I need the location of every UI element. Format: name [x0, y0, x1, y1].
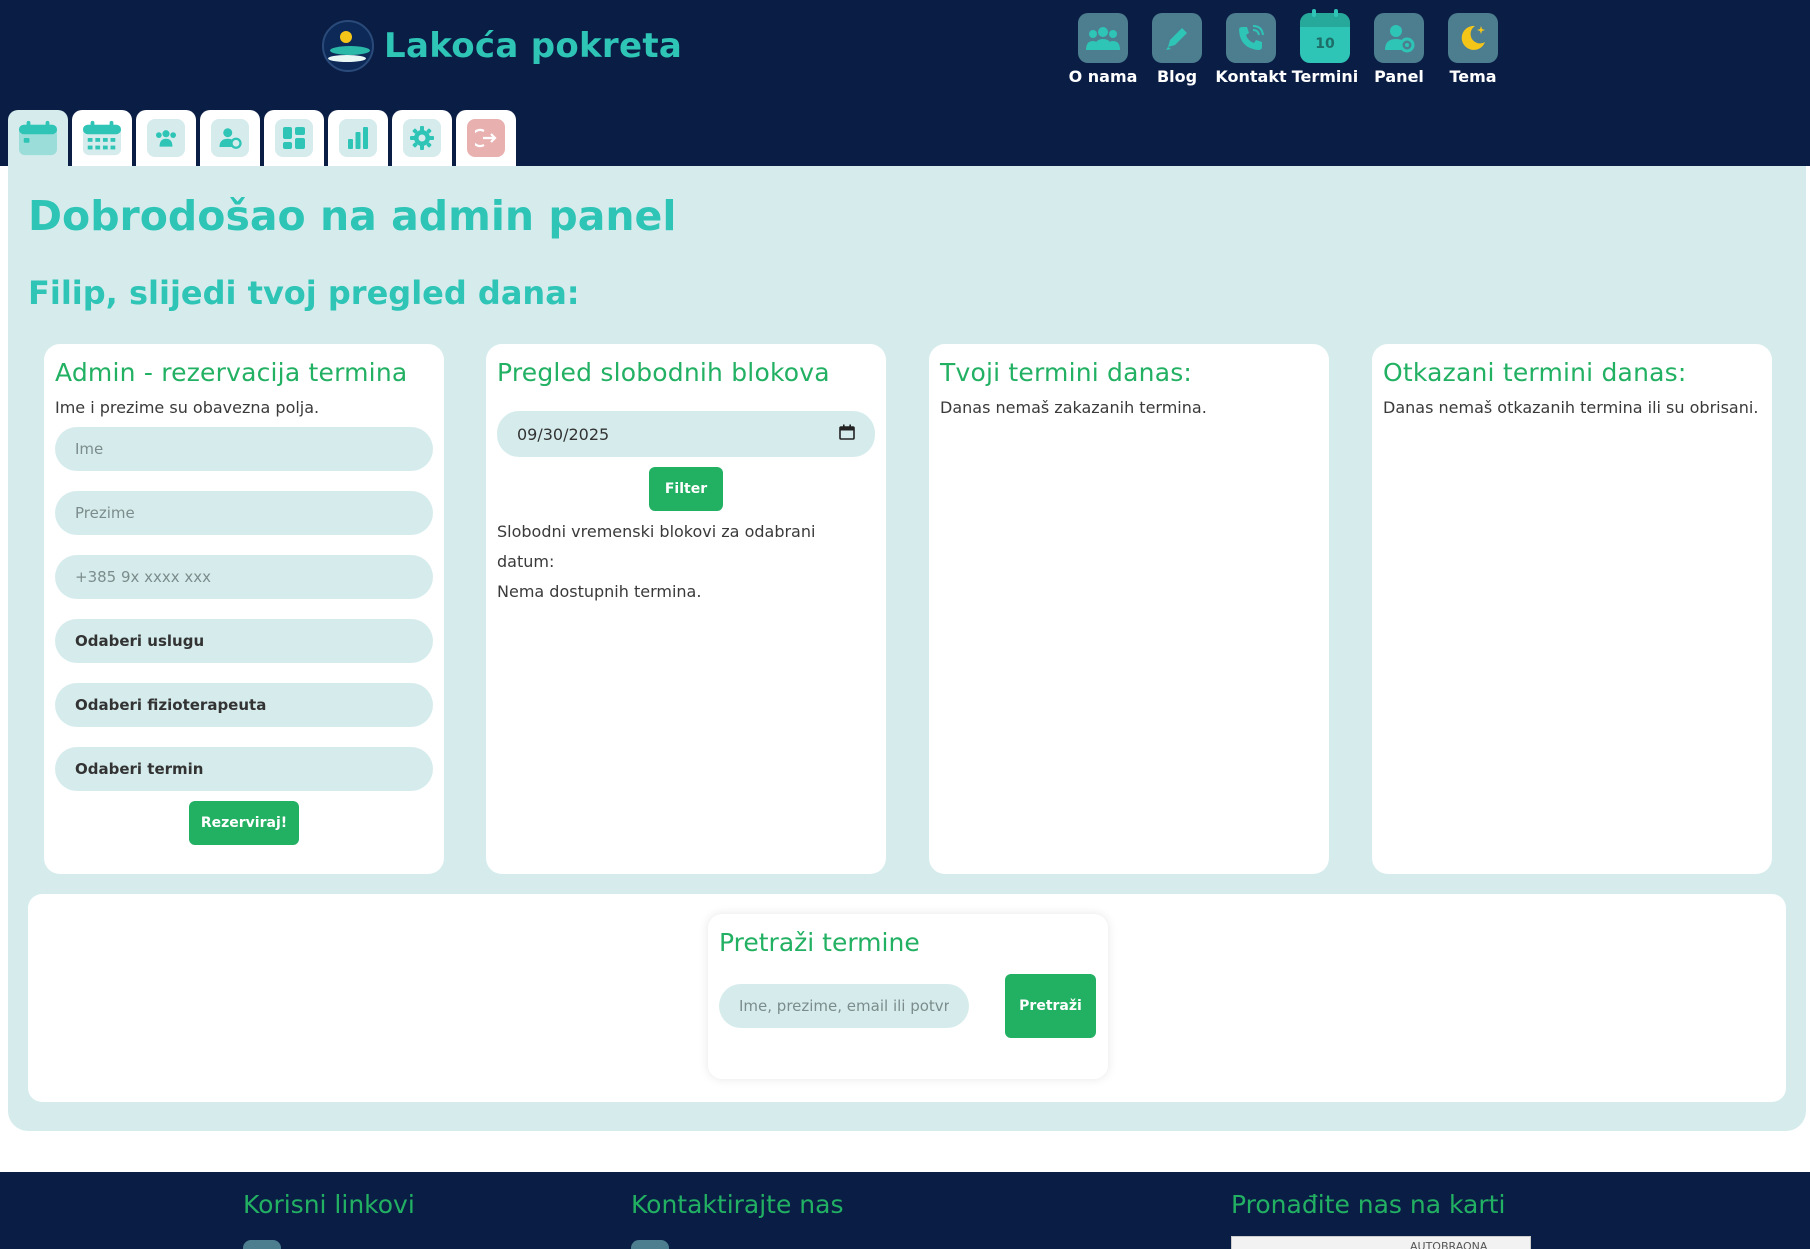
admin-panel: Dobrodošao na admin panel Filip, slijedi… [8, 166, 1806, 1131]
page-title: Dobrodošao na admin panel [28, 192, 677, 240]
logout-icon [467, 119, 505, 157]
free-blocks-title: Pregled slobodnih blokova [497, 358, 830, 387]
cancelled-title: Otkazani termini danas: [1383, 358, 1687, 387]
page-subtitle: Filip, slijedi tvoj pregled dana: [28, 274, 580, 312]
tab-calendar[interactable] [72, 110, 132, 166]
users-icon [1078, 13, 1128, 63]
last-name-input[interactable] [55, 491, 433, 535]
search-card: Pretraži termine Pretraži [708, 914, 1108, 1079]
date-value: 09/30/2025 [517, 424, 610, 444]
map-label: AUTOBRAONA [1410, 1240, 1488, 1249]
nav-label: Tema [1449, 67, 1497, 86]
user-gear-icon [211, 119, 249, 157]
logo-text: Lakoća pokreta [384, 26, 683, 66]
tab-users[interactable] [136, 110, 196, 166]
today-title: Tvoji termini danas: [940, 358, 1193, 387]
free-blocks-info: Slobodni vremenski blokovi za odabrani d… [497, 522, 816, 571]
gear-icon [403, 119, 441, 157]
theme-toggle[interactable]: Tema [1436, 13, 1510, 86]
nav-item-termini[interactable]: 10 Termini [1288, 9, 1362, 86]
pencil-icon [1152, 13, 1202, 63]
user-gear-icon [1374, 13, 1424, 63]
calendar-picker-icon[interactable] [839, 424, 855, 444]
logo-icon [322, 20, 374, 72]
users-icon [147, 119, 185, 157]
phone-input[interactable] [55, 555, 433, 599]
site-footer: Korisni linkovi Kontaktirajte nas Pronađ… [0, 1172, 1810, 1249]
date-input[interactable]: 09/30/2025 [497, 411, 875, 457]
moon-icon [1448, 13, 1498, 63]
site-header: Lakoća pokreta O nama Blog Kontakt 10 Te… [0, 0, 1810, 166]
reserve-button[interactable]: Rezerviraj! [189, 801, 299, 845]
calendar-grid-icon [83, 119, 121, 157]
search-input[interactable] [719, 984, 969, 1028]
calendar-icon: 10 [1300, 9, 1350, 63]
cancelled-empty: Danas nemaš otkazanih termina ili su obr… [1383, 398, 1759, 417]
nav-item-blog[interactable]: Blog [1140, 13, 1214, 86]
nav-label: Kontakt [1215, 67, 1287, 86]
service-select[interactable]: Odaberi uslugu [55, 619, 433, 663]
footer-contact-title: Kontaktirajte nas [631, 1190, 844, 1219]
footer-links-title: Korisni linkovi [243, 1190, 415, 1219]
nav-label: Panel [1374, 67, 1424, 86]
footer-contact-icon[interactable] [631, 1240, 669, 1249]
tab-statistics[interactable] [328, 110, 388, 166]
calendar-day-icon [19, 119, 57, 157]
filter-button[interactable]: Filter [649, 467, 723, 511]
logo[interactable]: Lakoća pokreta [322, 20, 682, 72]
free-blocks-empty: Nema dostupnih termina. [497, 582, 702, 601]
therapist-select[interactable]: Odaberi fizioterapeuta [55, 683, 433, 727]
booking-note: Ime i prezime su obavezna polja. [55, 398, 320, 417]
dashboard-icon [275, 119, 313, 157]
calendar-badge: 10 [1315, 36, 1335, 52]
bar-chart-icon [339, 119, 377, 157]
search-button[interactable]: Pretraži [1005, 974, 1096, 1038]
cancelled-appointments-card: Otkazani termini danas: Danas nemaš otka… [1372, 344, 1772, 874]
tab-therapists[interactable] [200, 110, 260, 166]
tab-dashboard[interactable] [264, 110, 324, 166]
admin-tabs [8, 110, 520, 166]
footer-link-icon[interactable] [243, 1240, 281, 1249]
nav-label: O nama [1068, 67, 1138, 86]
nav-item-o-nama[interactable]: O nama [1066, 13, 1140, 86]
search-section: Pretraži termine Pretraži [28, 894, 1786, 1102]
nav-item-panel[interactable]: Panel [1362, 13, 1436, 86]
free-blocks-card: Pregled slobodnih blokova 09/30/2025 Fil… [486, 344, 886, 874]
today-appointments-card: Tvoji termini danas: Danas nemaš zakazan… [929, 344, 1329, 874]
tab-settings[interactable] [392, 110, 452, 166]
tab-logout[interactable] [456, 110, 516, 166]
booking-card: Admin - rezervacija termina Ime i prezim… [44, 344, 444, 874]
footer-map-title: Pronađite nas na karti [1231, 1190, 1506, 1219]
booking-title: Admin - rezervacija termina [55, 358, 408, 387]
tab-today[interactable] [8, 110, 68, 166]
main-nav: O nama Blog Kontakt 10 Termini Panel Tem… [1066, 9, 1510, 86]
phone-icon [1226, 13, 1276, 63]
nav-item-kontakt[interactable]: Kontakt [1214, 13, 1288, 86]
search-title: Pretraži termine [719, 928, 920, 957]
slot-select[interactable]: Odaberi termin [55, 747, 433, 791]
nav-label: Blog [1156, 67, 1198, 86]
nav-label: Termini [1291, 67, 1359, 86]
today-empty: Danas nemaš zakazanih termina. [940, 398, 1207, 417]
first-name-input[interactable] [55, 427, 433, 471]
